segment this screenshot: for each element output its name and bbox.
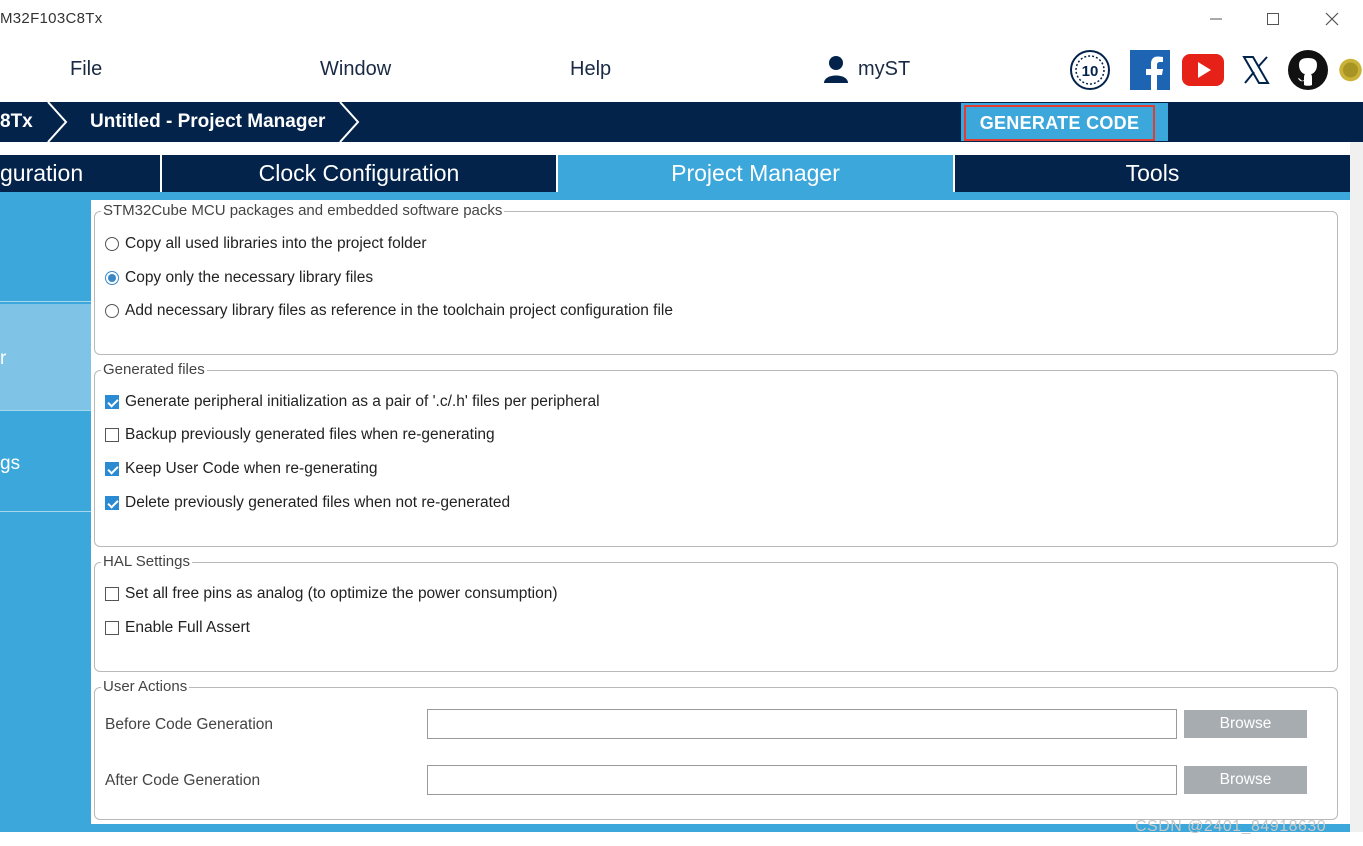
- menu-file[interactable]: File: [70, 58, 102, 81]
- sidebar: r gs: [0, 200, 91, 832]
- menu-help[interactable]: Help: [570, 58, 611, 81]
- option-generate-peripheral-pair[interactable]: Generate peripheral initialization as a …: [105, 393, 600, 411]
- breadcrumb-chevron-icon: [339, 102, 360, 142]
- option-full-assert[interactable]: Enable Full Assert: [105, 619, 250, 637]
- user-actions-legend: User Actions: [101, 678, 190, 695]
- tab-tools[interactable]: Tools: [955, 155, 1350, 192]
- svg-text:10: 10: [1082, 63, 1099, 80]
- menu-bar: File Window Help myST 10: [0, 38, 1363, 102]
- breadcrumb-chevron-icon: [47, 102, 68, 142]
- window-title: M32F103C8Tx: [0, 10, 103, 27]
- main-tabs: guration Clock Configuration Project Man…: [0, 155, 1350, 192]
- option-keep-user-code[interactable]: Keep User Code when re-generating: [105, 460, 377, 478]
- checkbox-keep-user-code[interactable]: [105, 462, 119, 476]
- user-actions-group: User Actions Before Code Generation Brow…: [94, 678, 1338, 820]
- st-star-icon[interactable]: [1338, 48, 1363, 92]
- myst-button[interactable]: myST: [822, 54, 910, 84]
- generate-code-label: GENERATE CODE: [964, 105, 1155, 141]
- option-backup-previous[interactable]: Backup previously generated files when r…: [105, 426, 495, 444]
- stm32cubemx-window: M32F103C8Tx File Window Help myST 10 8Tx…: [0, 0, 1363, 846]
- myst-label: myST: [858, 57, 911, 80]
- generate-code-button[interactable]: GENERATE CODE: [961, 103, 1168, 141]
- checkbox-generate-pair[interactable]: [105, 395, 119, 409]
- breadcrumb-chip[interactable]: 8Tx: [0, 102, 33, 142]
- checkbox-delete-previous[interactable]: [105, 496, 119, 510]
- tab-project-manager[interactable]: Project Manager: [558, 155, 953, 192]
- close-icon[interactable]: [1312, 4, 1352, 34]
- vertical-scrollbar[interactable]: [1339, 200, 1350, 824]
- after-browse-button[interactable]: Browse: [1184, 766, 1307, 794]
- tab-underline: [0, 192, 1350, 200]
- tab-spacer: [0, 142, 1363, 154]
- project-manager-content: STM32Cube MCU packages and embedded soft…: [91, 200, 1350, 824]
- option-delete-previous[interactable]: Delete previously generated files when n…: [105, 494, 510, 512]
- menu-window[interactable]: Window: [320, 58, 391, 81]
- github-icon[interactable]: [1286, 48, 1330, 92]
- generated-files-legend: Generated files: [101, 361, 207, 378]
- option-copy-all-libraries[interactable]: Copy all used libraries into the project…: [105, 235, 427, 253]
- sidebar-divider: [0, 301, 91, 302]
- facebook-icon[interactable]: [1128, 48, 1172, 92]
- sidebar-item-project[interactable]: [0, 200, 91, 301]
- hal-settings-legend: HAL Settings: [101, 553, 192, 570]
- before-browse-button[interactable]: Browse: [1184, 710, 1307, 738]
- option-free-pins-analog[interactable]: Set all free pins as analog (to optimize…: [105, 585, 558, 603]
- radio-copy-all[interactable]: [105, 237, 119, 251]
- option-add-as-reference[interactable]: Add necessary library files as reference…: [105, 302, 673, 320]
- packages-group: STM32Cube MCU packages and embedded soft…: [94, 202, 1338, 355]
- x-icon[interactable]: [1234, 48, 1278, 92]
- user-icon: [824, 56, 848, 83]
- option-copy-necessary-libraries[interactable]: Copy only the necessary library files: [105, 269, 373, 287]
- st-10-years-icon[interactable]: 10: [1068, 48, 1112, 92]
- breadcrumb-project[interactable]: Untitled - Project Manager: [90, 102, 325, 142]
- tab-pinout-configuration[interactable]: guration: [0, 155, 160, 192]
- before-generation-label: Before Code Generation: [105, 716, 274, 733]
- after-generation-input[interactable]: [427, 765, 1177, 795]
- maximize-icon[interactable]: [1253, 4, 1293, 34]
- hal-settings-group: HAL Settings Set all free pins as analog…: [94, 553, 1338, 672]
- minimize-icon[interactable]: [1196, 4, 1236, 34]
- sidebar-item-advanced-settings[interactable]: gs: [0, 411, 91, 511]
- radio-copy-necessary[interactable]: [105, 271, 119, 285]
- sidebar-divider: [0, 511, 91, 512]
- checkbox-full-assert[interactable]: [105, 621, 119, 635]
- checkbox-free-pins-analog[interactable]: [105, 587, 119, 601]
- radio-add-reference[interactable]: [105, 304, 119, 318]
- watermark-text: CSDN @2401_84918630: [1135, 818, 1327, 835]
- window-edge: [1350, 142, 1363, 846]
- tab-clock-configuration[interactable]: Clock Configuration: [162, 155, 556, 192]
- checkbox-backup[interactable]: [105, 428, 119, 442]
- title-bar: M32F103C8Tx: [0, 0, 1363, 38]
- packages-legend: STM32Cube MCU packages and embedded soft…: [101, 202, 505, 219]
- after-generation-label: After Code Generation: [105, 772, 261, 789]
- generated-files-group: Generated files Generate peripheral init…: [94, 361, 1338, 547]
- before-generation-input[interactable]: [427, 709, 1177, 739]
- youtube-icon[interactable]: [1181, 48, 1225, 92]
- sidebar-item-code-generator[interactable]: r: [0, 304, 91, 410]
